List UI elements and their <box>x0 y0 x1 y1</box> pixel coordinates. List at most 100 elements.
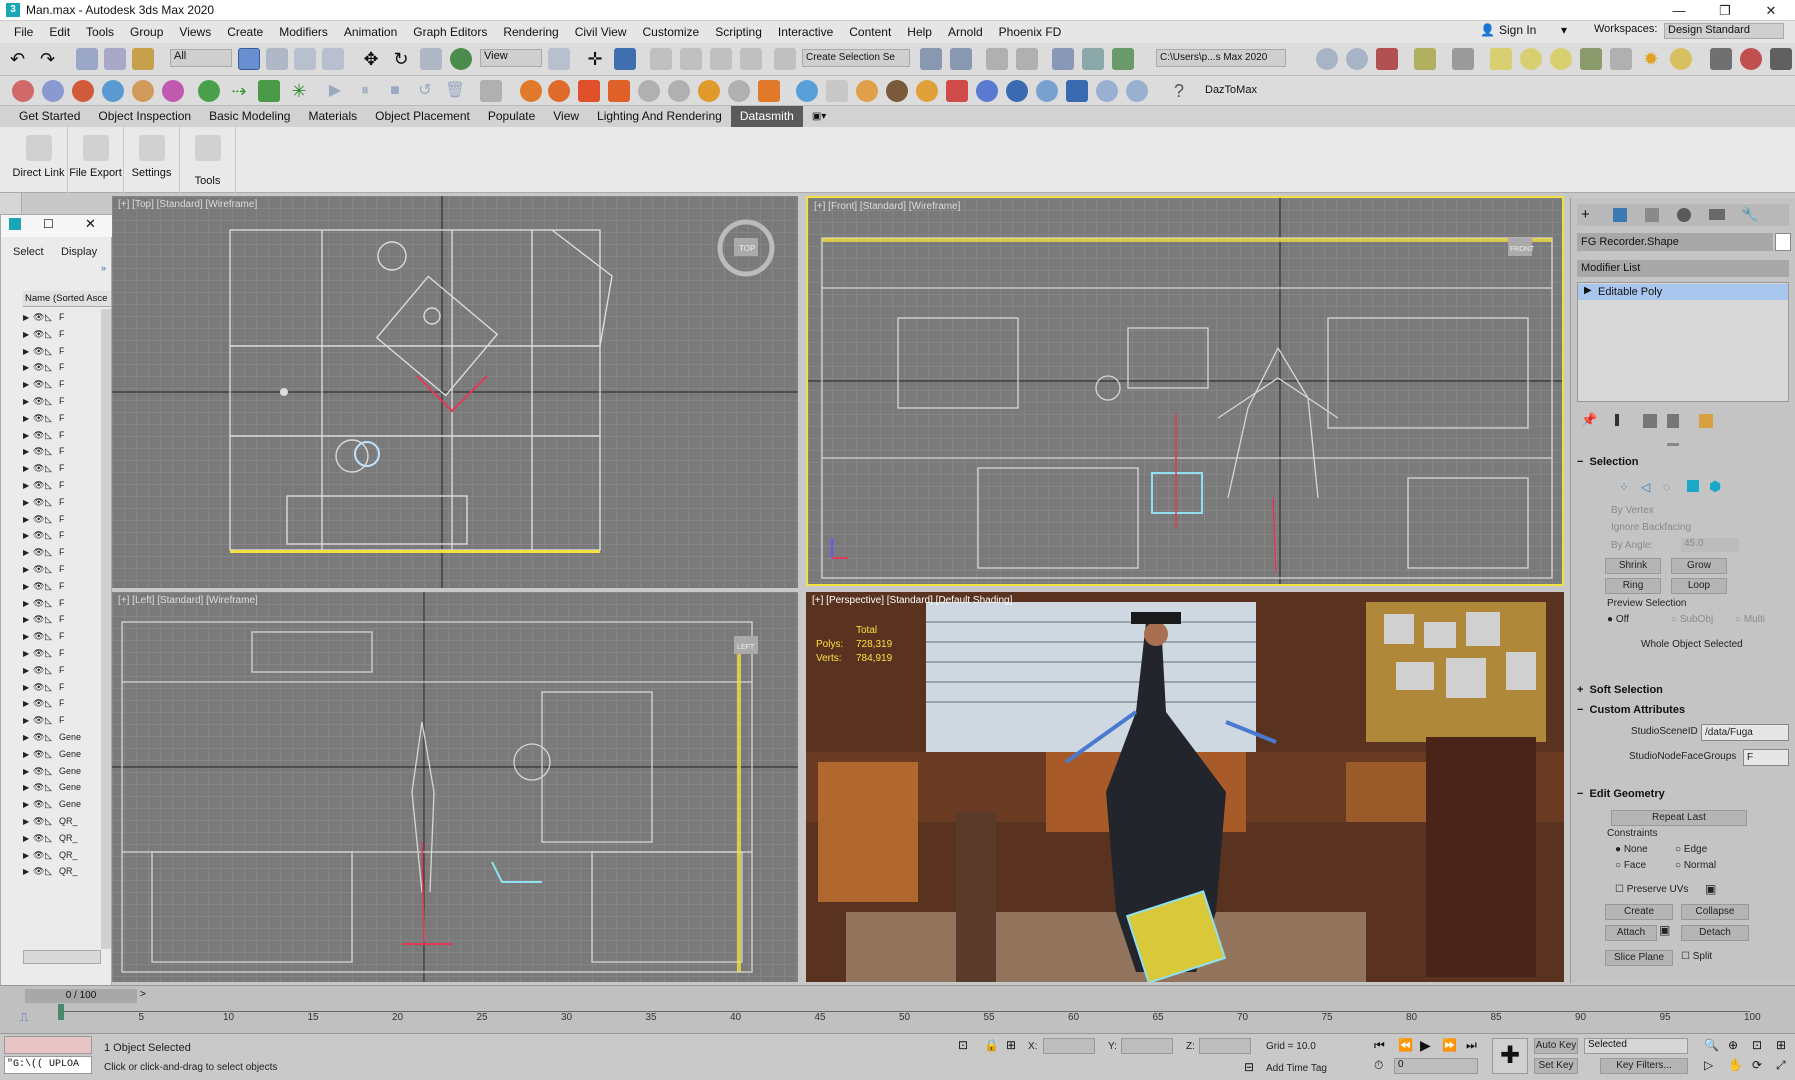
tab-object-inspection[interactable]: Object Inspection <box>89 106 200 127</box>
fire-foam-icon[interactable] <box>668 80 690 102</box>
spinner-snap-icon[interactable] <box>740 48 762 70</box>
material-editor-icon[interactable] <box>1316 48 1338 70</box>
expand-arrow-icon[interactable]: ▶ <box>23 326 33 343</box>
close-button[interactable]: ✕ <box>1748 0 1794 21</box>
explorer-row[interactable]: ▶ 👁◺ F <box>23 359 111 376</box>
expand-arrow-icon[interactable]: ▶ <box>23 830 33 847</box>
expand-arrow-icon[interactable]: ▶ <box>23 712 33 729</box>
time-cursor[interactable] <box>58 1004 64 1020</box>
settings-group[interactable]: Settings <box>124 127 180 193</box>
grow-button[interactable]: Grow <box>1671 558 1727 574</box>
expand-arrow-icon[interactable]: ▶ <box>23 863 33 880</box>
ocean-foam-icon[interactable] <box>886 80 908 102</box>
visibility-eye-icon[interactable]: 👁 <box>33 443 45 460</box>
percent-snap-icon[interactable] <box>710 48 732 70</box>
link-icon[interactable] <box>76 48 98 70</box>
maximize-viewport-icon[interactable]: ⤢ <box>1776 1058 1786 1073</box>
explorer-row[interactable]: ▶ 👁◺ QR_ <box>23 863 111 880</box>
front-viewport[interactable]: [+] [Front] [Standard] [Wireframe] FRONT <box>806 196 1564 586</box>
repeat-last-button[interactable]: Repeat Last <box>1611 810 1747 826</box>
visibility-eye-icon[interactable]: 👁 <box>33 343 45 360</box>
menu-scripting[interactable]: Scripting <box>707 25 770 39</box>
visibility-eye-icon[interactable]: 👁 <box>33 779 45 796</box>
pivot-icon[interactable] <box>548 48 570 70</box>
explorer-close-icon[interactable]: ✕ <box>85 216 96 232</box>
fire-brush-icon[interactable] <box>758 80 780 102</box>
mirror-icon[interactable] <box>920 48 942 70</box>
edge-mode-icon[interactable]: ◁ <box>1641 480 1650 494</box>
visibility-eye-icon[interactable]: 👁 <box>33 359 45 376</box>
visibility-eye-icon[interactable]: 👁 <box>33 511 45 528</box>
visibility-eye-icon[interactable]: 👁 <box>33 847 45 864</box>
expand-arrow-icon[interactable]: ▶ <box>23 763 33 780</box>
rendered-frame-window-icon[interactable] <box>1376 48 1398 70</box>
ocean-wave-icon[interactable] <box>1066 80 1088 102</box>
render-iterative-icon[interactable] <box>1452 48 1474 70</box>
scene-explorer-icon[interactable] <box>986 48 1008 70</box>
expand-arrow-icon[interactable]: ▶ <box>23 729 33 746</box>
explorer-row[interactable]: ▶ 👁◺ F <box>23 628 111 645</box>
render-setup-icon[interactable] <box>1346 48 1368 70</box>
key-filters-button[interactable]: Key Filters... <box>1600 1058 1688 1074</box>
visibility-eye-icon[interactable]: 👁 <box>33 309 45 326</box>
align-icon[interactable] <box>950 48 972 70</box>
select-object-icon[interactable] <box>238 48 260 70</box>
stack-item-editable-poly[interactable]: Editable Poly <box>1578 284 1788 300</box>
explorer-row[interactable]: ▶ 👁◺ Gene <box>23 779 111 796</box>
remove-modifier-icon[interactable] <box>1667 414 1679 428</box>
explorer-row[interactable]: ▶ 👁◺ F <box>23 578 111 595</box>
ocean-sky-icon[interactable] <box>1036 80 1058 102</box>
maxscript-mini-listener[interactable]: "G:\(( UPLOA <box>4 1056 92 1074</box>
selection-set-dropdown[interactable]: Selected <box>1584 1038 1688 1054</box>
fx-fire-icon[interactable] <box>12 80 34 102</box>
modify-tab-icon[interactable] <box>1613 208 1627 222</box>
delete-cache-icon[interactable]: 🗑 <box>444 80 466 102</box>
attach-button[interactable]: Attach <box>1605 925 1657 941</box>
angle-spinner[interactable]: 45.0 <box>1681 538 1739 552</box>
fire-cloud-icon[interactable] <box>728 80 750 102</box>
named-selection-dropdown[interactable]: Create Selection Se <box>802 49 910 67</box>
menu-group[interactable]: Group <box>122 25 171 39</box>
explorer-row[interactable]: ▶ 👁◺ F <box>23 679 111 696</box>
tab-lighting-and-rendering[interactable]: Lighting And Rendering <box>588 106 731 127</box>
expand-arrow-icon[interactable]: ▶ <box>23 779 33 796</box>
visibility-eye-icon[interactable]: 👁 <box>33 645 45 662</box>
menu-tools[interactable]: Tools <box>78 25 122 39</box>
tab-view[interactable]: View <box>544 106 588 127</box>
menu-interactive[interactable]: Interactive <box>770 25 841 39</box>
explorer-restore-icon[interactable]: ☐ <box>43 217 54 231</box>
stack-expand-icon[interactable]: ▶ <box>1584 285 1592 296</box>
menu-modifiers[interactable]: Modifiers <box>271 25 336 39</box>
fire-drop-icon[interactable] <box>698 80 720 102</box>
curve-editor-icon[interactable] <box>1082 48 1104 70</box>
persp-viewport-label[interactable]: [+] [Perspective] [Standard] [Default Sh… <box>812 595 1012 606</box>
visibility-eye-icon[interactable]: 👁 <box>33 326 45 343</box>
zoom-icon[interactable]: 🔍 <box>1704 1038 1719 1052</box>
menu-arnold[interactable]: Arnold <box>940 25 991 39</box>
fire-smoke-icon[interactable] <box>638 80 660 102</box>
explorer-row[interactable]: ▶ 👁◺ Gene <box>23 729 111 746</box>
create-tab-icon[interactable]: + <box>1581 206 1590 223</box>
explorer-row[interactable]: ▶ 👁◺ F <box>23 611 111 628</box>
explorer-row[interactable]: ▶ 👁◺ F <box>23 645 111 662</box>
ocean-particle-icon[interactable] <box>976 80 998 102</box>
expand-arrow-icon[interactable]: ▶ <box>23 511 33 528</box>
menu-create[interactable]: Create <box>219 25 271 39</box>
explorer-row[interactable]: ▶ 👁◺ F <box>23 662 111 679</box>
edit-geometry-rollout[interactable]: − Edit Geometry <box>1577 788 1789 800</box>
visibility-eye-icon[interactable]: 👁 <box>33 460 45 477</box>
tab-materials[interactable]: Materials <box>299 106 366 127</box>
expand-arrow-icon[interactable]: ▶ <box>23 695 33 712</box>
motion-tab-icon[interactable] <box>1677 208 1691 222</box>
snaps-toggle-icon[interactable] <box>650 48 672 70</box>
visibility-eye-icon[interactable]: 👁 <box>33 712 45 729</box>
expand-arrow-icon[interactable]: ▶ <box>23 796 33 813</box>
explorer-tab-select[interactable]: Select <box>13 246 44 258</box>
add-time-tag[interactable]: Add Time Tag <box>1266 1063 1327 1074</box>
show-end-result-icon[interactable] <box>1615 414 1619 426</box>
daz-to-max-label[interactable]: DazToMax <box>1205 84 1257 96</box>
fire-emitter-icon[interactable] <box>548 80 570 102</box>
fx-voxel-icon[interactable] <box>42 80 64 102</box>
tool-extra-icon[interactable] <box>1770 48 1792 70</box>
expand-arrow-icon[interactable]: ▶ <box>23 477 33 494</box>
